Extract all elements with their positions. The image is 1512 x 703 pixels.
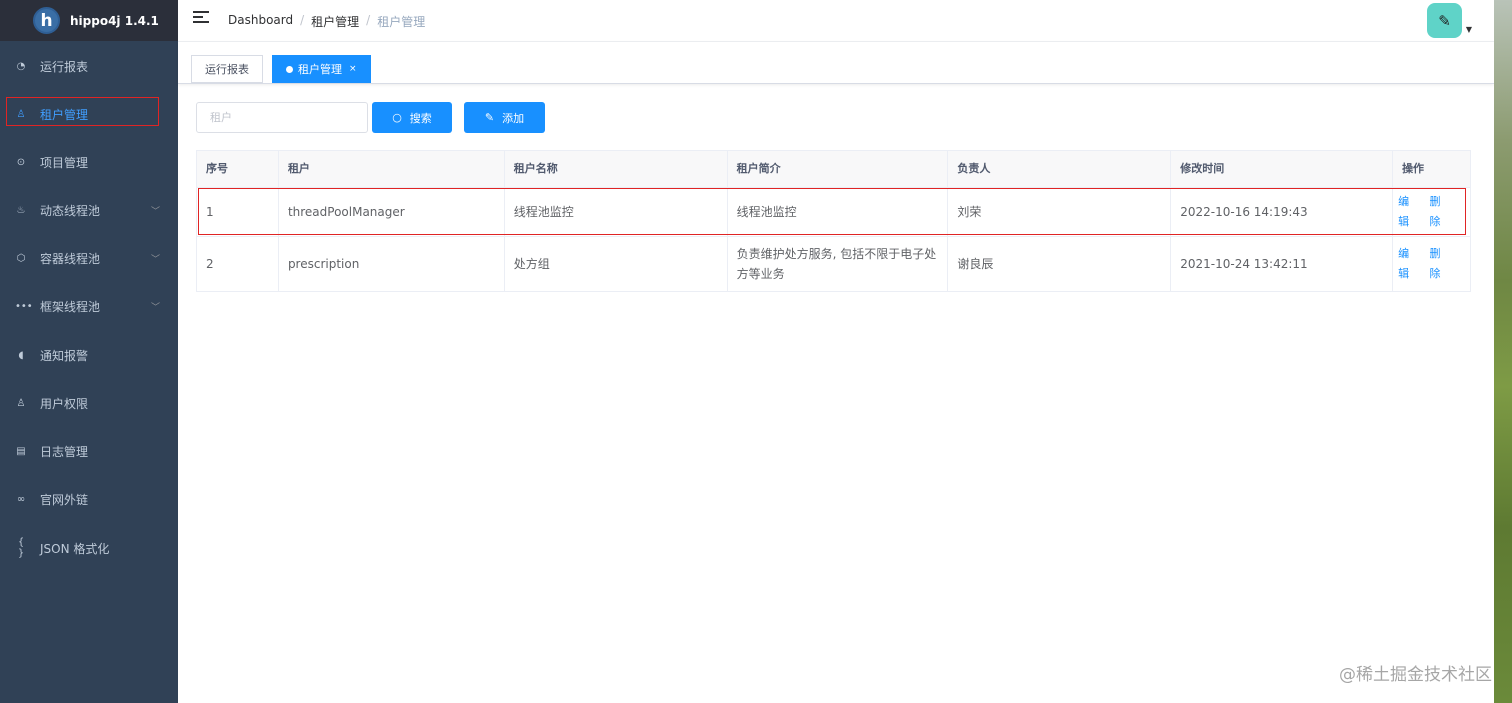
sidebar-item-json-format[interactable]: { } JSON 格式化 — [0, 528, 178, 568]
main-content: Dashboard / 租户管理 / 租户管理 ✎ ▼ 运行报表 租户管理 × … — [178, 0, 1494, 703]
search-icon: ○ — [392, 111, 402, 124]
tag-tenant[interactable]: 租户管理 × — [272, 55, 371, 83]
app-title: hippo4j 1.4.1 — [70, 13, 159, 28]
sidebar-item-container-pool[interactable]: ⬡ 容器线程池 ﹀ — [0, 238, 178, 278]
column-header: 负责人 — [948, 151, 1172, 187]
sidebar-item-label: 用户权限 — [40, 396, 89, 411]
column-header: 操作 — [1393, 151, 1472, 187]
table-row: 2 prescription 处方组 负责维护处方服务, 包括不限于电子处方等业… — [197, 237, 1471, 292]
tag-label: 租户管理 — [298, 63, 342, 76]
avatar[interactable]: ✎ — [1427, 3, 1462, 38]
tenant-search-input[interactable] — [196, 102, 368, 133]
project-icon: ⊙ — [16, 156, 26, 168]
breadcrumb-tenant[interactable]: 租户管理 — [311, 13, 359, 30]
person-icon: ♙ — [16, 397, 26, 409]
sidebar-item-user-permission[interactable]: ♙ 用户权限 — [0, 383, 178, 423]
bell-icon: ◖ — [18, 349, 24, 361]
tag-label: 运行报表 — [205, 63, 249, 76]
sidebar-item-label: 项目管理 — [40, 155, 89, 170]
breadcrumb: Dashboard / 租户管理 / 租户管理 — [228, 13, 425, 30]
cell-modified-time: 2021-10-24 13:42:11 — [1171, 237, 1394, 291]
breadcrumb-separator: / — [366, 13, 371, 27]
column-header: 租户 — [278, 151, 505, 187]
annotation-highlight-box — [6, 97, 159, 126]
delete-link[interactable]: 删除 — [1430, 244, 1449, 284]
sidebar-item-label: 容器线程池 — [40, 251, 101, 266]
fire-icon: ♨ — [16, 204, 26, 216]
link-icon: ∞ — [16, 493, 26, 505]
sidebar-item-label: 官网外链 — [40, 492, 89, 507]
sidebar-item-label: 通知报警 — [40, 348, 89, 363]
sidebar-item-label: JSON 格式化 — [40, 541, 110, 556]
caret-down-icon[interactable]: ▼ — [1466, 25, 1472, 34]
chevron-down-icon: ﹀ — [150, 206, 160, 217]
app-logo[interactable]: h hippo4j 1.4.1 — [0, 0, 178, 41]
sidebar-item-website-link[interactable]: ∞ 官网外链 — [0, 479, 178, 519]
column-header: 修改时间 — [1171, 151, 1394, 187]
cell-owner: 谢良辰 — [948, 237, 1172, 291]
edit-icon: ✎ — [484, 111, 495, 124]
breadcrumb-separator: / — [300, 13, 305, 27]
cell-tenant-name: 处方组 — [505, 237, 728, 291]
table-header: 序号 租户 租户名称 租户简介 负责人 修改时间 操作 — [197, 151, 1472, 188]
search-button[interactable]: ○ 搜索 — [372, 102, 452, 133]
chevron-down-icon: ﹀ — [150, 302, 160, 313]
cell-index: 2 — [197, 237, 279, 291]
sidebar-item-framework-pool[interactable]: ••• 框架线程池 ﹀ — [0, 286, 178, 326]
breadcrumb-dashboard[interactable]: Dashboard — [228, 13, 293, 30]
navbar: Dashboard / 租户管理 / 租户管理 ✎ ▼ — [178, 0, 1494, 42]
cell-tenant: prescription — [279, 237, 505, 291]
sidebar-item-project[interactable]: ⊙ 项目管理 — [0, 142, 178, 182]
dashboard-icon: ◔ — [16, 60, 26, 72]
sidebar-item-label: 日志管理 — [40, 444, 89, 459]
search-button-label: 搜索 — [409, 111, 432, 125]
cell-tenant-desc: 负责维护处方服务, 包括不限于电子处方等业务 — [728, 237, 949, 291]
edit-link[interactable]: 编辑 — [1398, 244, 1417, 284]
chevron-down-icon: ﹀ — [150, 254, 160, 265]
braces-icon: { } — [17, 537, 25, 559]
box-icon: ⬡ — [16, 252, 26, 264]
document-icon: ▤ — [16, 445, 26, 457]
breadcrumb-current: 租户管理 — [377, 15, 426, 29]
desktop-wallpaper — [1494, 0, 1512, 703]
column-header: 租户名称 — [504, 151, 728, 187]
active-dot-icon — [286, 65, 293, 73]
sidebar-item-dynamic-pool[interactable]: ♨ 动态线程池 ﹀ — [0, 190, 178, 230]
tag-dashboard[interactable]: 运行报表 — [191, 55, 263, 83]
close-icon[interactable]: × — [349, 64, 357, 74]
more-icon: ••• — [15, 300, 33, 312]
hamburger-icon[interactable] — [193, 11, 209, 25]
sidebar-item-notify[interactable]: ◖ 通知报警 — [0, 335, 178, 375]
sidebar-item-label: 框架线程池 — [40, 299, 101, 314]
add-button[interactable]: ✎ 添加 — [464, 102, 545, 133]
sidebar-item-dashboard[interactable]: ◔ 运行报表 — [0, 46, 178, 86]
hippo4j-logo-icon: h — [33, 7, 60, 34]
watermark: @稀土掘金技术社区 — [1339, 665, 1492, 685]
sidebar-item-log[interactable]: ▤ 日志管理 — [0, 431, 178, 471]
cell-actions: 编辑 删除 — [1393, 237, 1471, 291]
sidebar-item-label: 动态线程池 — [40, 203, 101, 218]
sidebar-item-label: 运行报表 — [40, 59, 89, 74]
column-header: 租户简介 — [727, 151, 949, 187]
column-header: 序号 — [197, 151, 279, 187]
annotation-highlight-box — [198, 188, 1466, 235]
add-button-label: 添加 — [502, 111, 525, 125]
sidebar: h hippo4j 1.4.1 ◔ 运行报表 ♙ 租户管理 ⊙ 项目管理 ♨ 动… — [0, 0, 178, 703]
tags-view: 运行报表 租户管理 × — [178, 42, 1494, 84]
